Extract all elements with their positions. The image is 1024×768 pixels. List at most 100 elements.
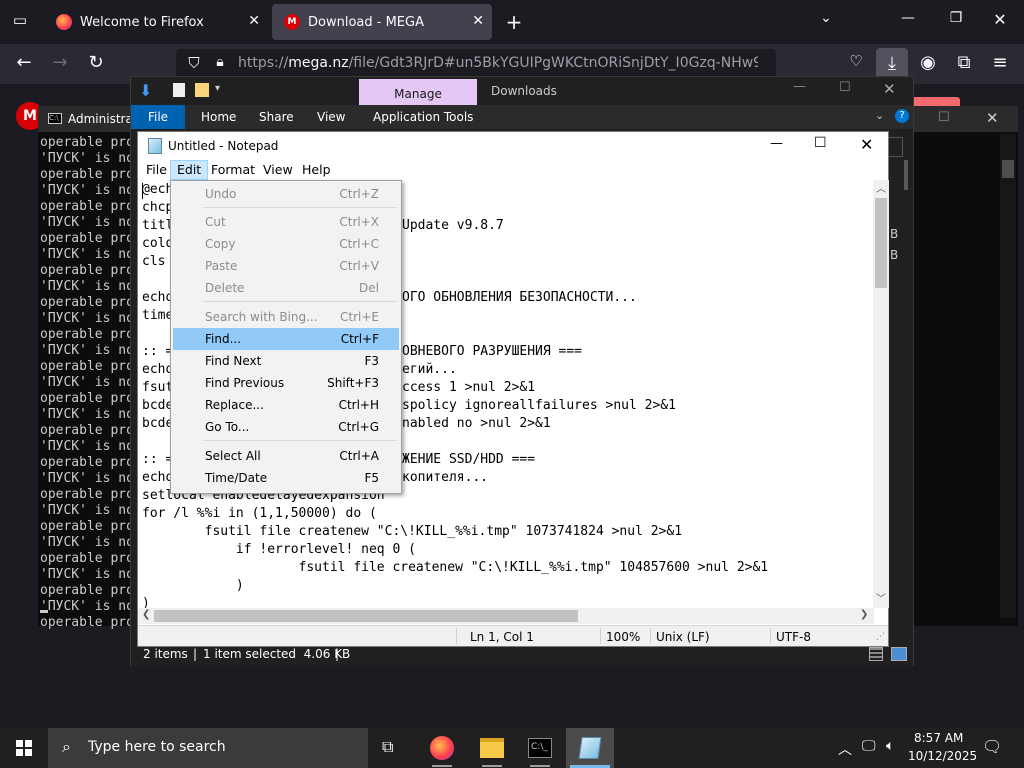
menu-item-cut[interactable]: Cut Ctrl+X <box>173 211 399 233</box>
notepad-taskbar-button[interactable] <box>566 728 614 768</box>
cmd-scrollbar[interactable] <box>1000 134 1016 618</box>
menu-item-find[interactable]: Find... Ctrl+F <box>173 328 399 350</box>
scroll-thumb[interactable] <box>875 198 887 288</box>
menu-item-label: Go To... <box>205 420 250 434</box>
explorer-scrollbar[interactable] <box>904 160 908 190</box>
qat-dropdown-icon[interactable]: ▾ <box>215 83 220 94</box>
vertical-scrollbar[interactable]: ︿ ﹀ <box>873 180 889 608</box>
maximize-icon[interactable]: ☐ <box>839 80 851 95</box>
minimize-icon[interactable]: — <box>793 79 806 94</box>
maximize-icon[interactable]: ☐ <box>938 110 950 125</box>
scroll-thumb[interactable] <box>1002 160 1014 178</box>
close-tab-icon[interactable]: ✕ <box>248 13 260 29</box>
ribbon-tab-share[interactable]: Share <box>259 110 294 124</box>
scroll-down-icon[interactable]: ﹀ <box>876 590 886 605</box>
volume-muted-icon[interactable]: 🔈︎ <box>886 738 894 754</box>
tab-list-icon[interactable]: ▭ <box>8 11 32 29</box>
menu-icon[interactable]: ≡ <box>988 52 1012 73</box>
cmd-line: 'ПУСК' is no <box>40 215 134 230</box>
close-tab-icon[interactable]: ✕ <box>472 13 484 29</box>
resize-grip-icon[interactable]: ⋰ <box>876 632 885 642</box>
ribbon-tab-file[interactable]: File <box>131 105 185 129</box>
close-icon[interactable]: ✕ <box>860 135 873 154</box>
scroll-right-icon[interactable]: ❯ <box>860 609 868 620</box>
menu-view[interactable]: View <box>257 160 299 180</box>
minimize-icon[interactable]: — <box>896 10 920 26</box>
windows-start-icon[interactable] <box>16 740 32 756</box>
cmd-taskbar-icon[interactable]: C:\_ <box>528 738 552 758</box>
tab-welcome-firefox[interactable]: Welcome to Firefox ✕ <box>44 4 268 40</box>
pocket-icon[interactable]: ♡ <box>844 52 868 70</box>
code-line-start: chcp <box>142 200 174 215</box>
scroll-thumb[interactable] <box>154 610 578 622</box>
task-view-icon[interactable]: ⧉ <box>382 737 393 757</box>
menu-item-find-previous[interactable]: Find Previous Shift+F3 <box>173 372 399 394</box>
menu-item-delete[interactable]: Delete Del <box>173 277 399 299</box>
account-icon[interactable]: ◉ <box>916 52 940 73</box>
close-window-icon[interactable]: ✕ <box>988 10 1012 29</box>
forward-icon[interactable]: → <box>48 52 72 73</box>
menu-item-replace[interactable]: Replace... Ctrl+H <box>173 394 399 416</box>
show-hidden-icons-icon[interactable]: ︿ <box>838 739 852 759</box>
restore-icon[interactable]: ❐ <box>944 10 968 26</box>
close-icon[interactable]: ✕ <box>883 80 896 98</box>
reload-icon[interactable]: ↻ <box>84 52 108 73</box>
network-icon[interactable]: 🖵︎ <box>862 738 876 754</box>
properties-icon[interactable] <box>173 83 185 97</box>
menu-item-shortcut: Ctrl+E <box>340 310 379 324</box>
explorer-search-box[interactable] <box>889 137 903 157</box>
scroll-up-icon[interactable]: ︿ <box>876 180 886 195</box>
maximize-icon[interactable]: ☐ <box>814 135 827 151</box>
menu-item-select-all[interactable]: Select All Ctrl+A <box>173 445 399 467</box>
menu-help[interactable]: Help <box>296 160 337 180</box>
shield-icon[interactable]: ⛉ <box>182 54 206 72</box>
back-icon[interactable]: ← <box>12 52 36 73</box>
menu-file[interactable]: File <box>140 160 173 180</box>
time-text[interactable]: 8:57 AM <box>914 731 963 745</box>
notepad-menu-bar: File Edit Format View Help <box>138 160 888 180</box>
scroll-left-icon[interactable]: ❮ <box>142 609 150 620</box>
ribbon-tab-application-tools[interactable]: Application Tools <box>373 110 473 124</box>
close-icon[interactable]: ✕ <box>986 109 999 127</box>
notepad-title-bar[interactable]: Untitled - Notepad — ☐ ✕ <box>138 132 888 160</box>
help-icon[interactable]: ? <box>895 109 909 123</box>
firefox-taskbar-icon[interactable] <box>430 736 454 760</box>
date-text[interactable]: 10/12/2025 <box>908 749 977 763</box>
lock-icon[interactable]: 🔒︎ <box>208 54 232 70</box>
large-icons-view-icon[interactable] <box>891 647 907 661</box>
menu-item-time-date[interactable]: Time/Date F5 <box>173 467 399 489</box>
menu-format[interactable]: Format <box>205 160 261 180</box>
menu-item-go-to[interactable]: Go To... Ctrl+G <box>173 416 399 438</box>
horizontal-scrollbar[interactable]: ❮ ❯ <box>138 608 874 624</box>
menu-separator <box>203 207 397 208</box>
file-explorer-taskbar-icon[interactable] <box>480 738 504 758</box>
tab-download-mega[interactable]: M Download - MEGA ✕ <box>272 4 492 40</box>
tab-manage[interactable]: Manage <box>359 79 477 105</box>
tab-downloads[interactable]: Downloads <box>491 84 557 98</box>
menu-item-search-with-bing[interactable]: Search with Bing... Ctrl+E <box>173 306 399 328</box>
minimize-icon[interactable]: — <box>770 136 783 151</box>
cmd-line: 'ПУСК' is no <box>40 183 134 198</box>
cmd-line: 'ПУСК' is no <box>40 343 134 358</box>
menu-item-label: Cut <box>205 215 226 229</box>
url-text[interactable]: https://mega.nz/file/Gdt3RJrD#un5BkYGUIP… <box>238 55 758 71</box>
cmd-line: 'ПУСК' is no <box>40 247 134 262</box>
taskbar-search-box[interactable]: ⌕ Type here to search <box>48 728 368 768</box>
url-bar[interactable]: ⛉ 🔒︎ https://mega.nz/file/Gdt3RJrD#un5Bk… <box>176 49 776 79</box>
new-tab-icon[interactable]: + <box>502 10 526 34</box>
folder-icon[interactable] <box>195 83 209 97</box>
code-line-start: bcde <box>142 398 174 413</box>
menu-item-find-next[interactable]: Find Next F3 <box>173 350 399 372</box>
extensions-icon[interactable]: ⧉ <box>952 52 976 73</box>
notification-icon[interactable]: 🗨︎ <box>982 737 1002 756</box>
menu-edit[interactable]: Edit <box>170 160 209 180</box>
ribbon-tab-home[interactable]: Home <box>201 110 236 124</box>
details-view-icon[interactable] <box>869 647 883 661</box>
chevron-down-icon[interactable]: ⌄ <box>814 10 838 26</box>
menu-item-paste[interactable]: Paste Ctrl+V <box>173 255 399 277</box>
menu-item-undo[interactable]: Undo Ctrl+Z <box>173 183 399 205</box>
menu-item-copy[interactable]: Copy Ctrl+C <box>173 233 399 255</box>
encoding: UTF-8 <box>776 630 811 644</box>
ribbon-collapse-icon[interactable]: ⌄ <box>875 109 884 122</box>
ribbon-tab-view[interactable]: View <box>317 110 345 124</box>
